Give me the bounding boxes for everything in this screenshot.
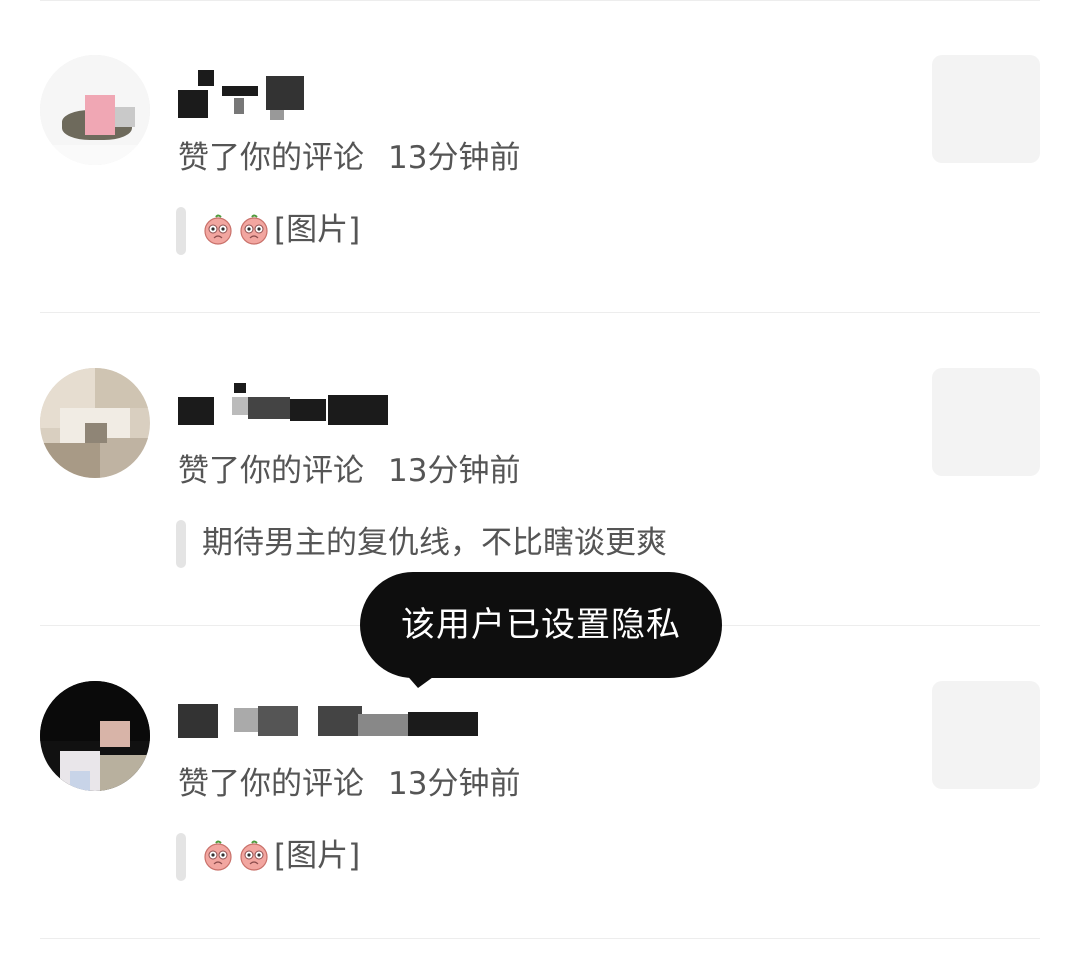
avatar[interactable] — [40, 368, 150, 478]
content-thumbnail[interactable] — [932, 368, 1040, 476]
activity-time: 13分钟前 — [388, 140, 521, 176]
username-masked[interactable] — [178, 70, 498, 126]
comment-text: [图片] — [274, 838, 361, 874]
activity-action: 赞了你的评论 — [178, 453, 364, 489]
activity-meta: 赞了你的评论 13分钟前 — [178, 451, 520, 491]
avatar[interactable] — [40, 55, 150, 165]
avatar[interactable] — [40, 681, 150, 791]
content-thumbnail[interactable] — [932, 55, 1040, 163]
activity-time: 13分钟前 — [388, 766, 521, 802]
content-thumbnail[interactable] — [932, 681, 1040, 789]
peach-face-emoji-icon — [240, 214, 268, 245]
username-masked[interactable] — [178, 383, 498, 439]
comment-quote[interactable]: [图片] — [176, 833, 876, 881]
activity-action: 赞了你的评论 — [178, 140, 364, 176]
privacy-toast: 该用户已设置隐私 — [360, 572, 722, 678]
quote-bar — [176, 833, 186, 881]
divider — [40, 938, 1040, 939]
comment-quote[interactable]: 期待男主的复仇线，不比瞎谈更爽 — [176, 520, 876, 568]
peach-face-emoji-icon — [204, 214, 232, 245]
activity-time: 13分钟前 — [388, 453, 521, 489]
toast-tail — [404, 672, 440, 688]
activity-meta: 赞了你的评论 13分钟前 — [178, 764, 520, 804]
list-item[interactable]: 赞了你的评论 13分钟前 [图片] — [0, 0, 1080, 312]
quote-bar — [176, 207, 186, 255]
peach-face-emoji-icon — [240, 840, 268, 871]
peach-face-emoji-icon — [204, 840, 232, 871]
comment-quote[interactable]: [图片] — [176, 207, 876, 255]
activity-meta: 赞了你的评论 13分钟前 — [178, 138, 520, 178]
comment-text: [图片] — [274, 212, 361, 248]
notification-page: 赞了你的评论 13分钟前 [图片] 赞了你的评论 13分钟前 期待男主的复仇线，… — [0, 0, 1080, 962]
username-masked[interactable] — [178, 696, 498, 752]
comment-text: 期待男主的复仇线，不比瞎谈更爽 — [202, 525, 667, 561]
activity-action: 赞了你的评论 — [178, 766, 364, 802]
quote-bar — [176, 520, 186, 568]
